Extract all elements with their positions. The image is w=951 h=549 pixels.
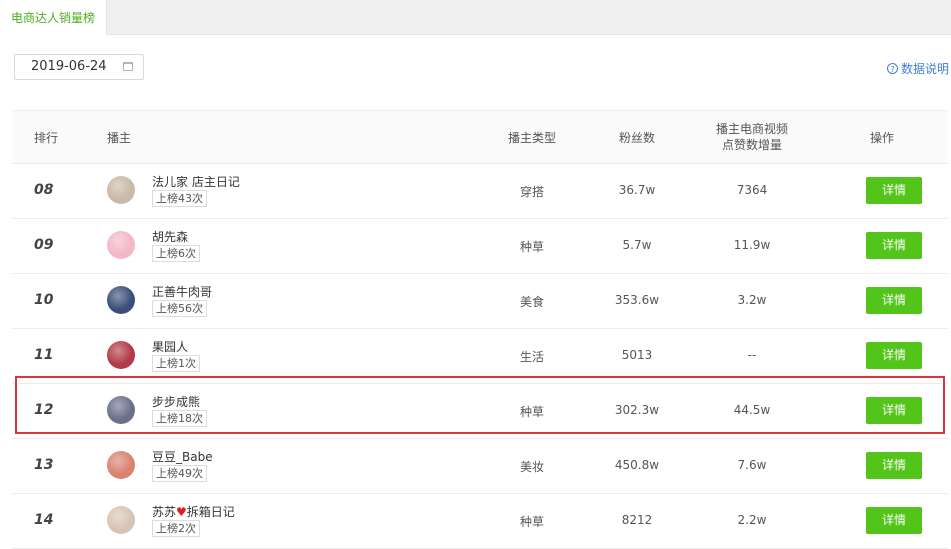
avatar: [107, 396, 135, 424]
likes-increment: 3.2w: [737, 293, 767, 307]
ranking-count-badge: 上榜49次: [152, 465, 207, 482]
ranking-count-badge: 上榜43次: [152, 190, 207, 207]
details-button[interactable]: 详情: [866, 232, 922, 259]
avatar: [107, 341, 135, 369]
row-rank: 11: [34, 347, 54, 363]
date-value: 2019-06-24: [31, 59, 107, 74]
header-host-type: 播主类型: [507, 130, 556, 145]
fans-count: 353.6w: [614, 293, 660, 307]
host-name-part: 苏苏: [152, 505, 177, 519]
avatar: [107, 231, 135, 259]
table-row: 08 法儿家 店主日记 上榜43次 穿搭 36.7w 7364 详情: [12, 164, 948, 219]
ranking-table: 排行 播主 播主类型 粉丝数 播主电商视频 点赞数增量 操作 08 法儿家 店主日…: [12, 110, 948, 549]
ranking-count-badge: 上榜2次: [152, 520, 200, 537]
details-button[interactable]: 详情: [866, 342, 922, 369]
host-name[interactable]: 豆豆_Babe: [152, 448, 213, 465]
tab-ecommerce-sales-ranking[interactable]: 电商达人销量榜: [0, 0, 107, 35]
table-row: 10 正善牛肉哥 上榜56次 美食 353.6w 3.2w 详情: [12, 274, 948, 329]
likes-increment: 7.6w: [737, 458, 767, 472]
fans-count: 8212: [621, 513, 653, 527]
table-row: 14 苏苏♥拆箱日记 上榜2次 种草 8212 2.2w 详情: [12, 494, 948, 549]
host-type: 穿搭: [519, 185, 544, 199]
fans-count: 302.3w: [614, 403, 660, 417]
likes-increment: --: [747, 348, 757, 362]
table-row: 11 果园人 上榜1次 生活 5013 -- 详情: [12, 329, 948, 384]
details-button[interactable]: 详情: [866, 287, 922, 314]
calendar-icon: [123, 62, 133, 71]
question-circle-icon: ?: [886, 63, 898, 74]
table-header: 排行 播主 播主类型 粉丝数 播主电商视频 点赞数增量 操作: [12, 110, 948, 164]
details-button[interactable]: 详情: [866, 177, 922, 204]
data-explanation-label: 数据说明: [900, 62, 949, 76]
avatar: [107, 176, 135, 204]
header-rank: 排行: [34, 130, 59, 145]
row-rank: 12: [34, 402, 54, 418]
host-type: 种草: [519, 405, 544, 419]
host-type: 美食: [519, 295, 544, 309]
likes-increment: 44.5w: [733, 403, 771, 417]
host-type: 生活: [519, 350, 544, 364]
header-likes-line2: 点赞数增量: [721, 138, 782, 152]
details-button[interactable]: 详情: [866, 397, 922, 424]
details-button[interactable]: 详情: [866, 452, 922, 479]
host-type: 美妆: [519, 460, 544, 474]
avatar: [107, 286, 135, 314]
data-explanation-link[interactable]: ? 数据说明: [886, 60, 949, 77]
row-rank: 13: [34, 457, 54, 473]
host-name[interactable]: 果园人: [152, 338, 188, 355]
avatar: [107, 451, 135, 479]
table-row-highlighted: 12 步步成熊 上榜18次 种草 302.3w 44.5w 详情: [12, 384, 948, 439]
header-operation: 操作: [869, 130, 894, 145]
row-rank: 14: [34, 512, 54, 528]
host-name[interactable]: 胡先森: [152, 228, 188, 245]
date-picker[interactable]: 2019-06-24: [14, 54, 144, 80]
fans-count: 450.8w: [614, 458, 660, 472]
host-name[interactable]: 步步成熊: [152, 393, 200, 410]
host-name[interactable]: 苏苏♥拆箱日记: [152, 503, 235, 520]
likes-increment: 11.9w: [733, 238, 771, 252]
ranking-count-badge: 上榜18次: [152, 410, 207, 427]
host-name[interactable]: 法儿家 店主日记: [152, 173, 240, 190]
ranking-count-badge: 上榜6次: [152, 245, 200, 262]
host-type: 种草: [519, 240, 544, 254]
row-rank: 09: [34, 237, 54, 253]
header-likes-line1: 播主电商视频: [715, 122, 788, 136]
fans-count: 36.7w: [618, 183, 656, 197]
header-host: 播主: [107, 130, 132, 145]
host-name-part: 拆箱日记: [186, 505, 235, 519]
host-name[interactable]: 正善牛肉哥: [152, 283, 212, 300]
host-type: 种草: [519, 515, 544, 529]
fans-count: 5.7w: [622, 238, 652, 252]
header-fans: 粉丝数: [618, 130, 655, 145]
heart-icon: ♥: [176, 505, 187, 519]
table-row: 09 胡先森 上榜6次 种草 5.7w 11.9w 详情: [12, 219, 948, 274]
ranking-count-badge: 上榜56次: [152, 300, 207, 317]
row-rank: 08: [34, 182, 54, 198]
ranking-count-badge: 上榜1次: [152, 355, 200, 372]
likes-increment: 7364: [736, 183, 768, 197]
likes-increment: 2.2w: [737, 513, 767, 527]
table-row: 13 豆豆_Babe 上榜49次 美妆 450.8w 7.6w 详情: [12, 439, 948, 494]
header-likes-increment: 播主电商视频 点赞数增量: [692, 111, 812, 163]
top-tab-bar: [0, 0, 951, 35]
row-rank: 10: [34, 292, 54, 308]
fans-count: 5013: [621, 348, 653, 362]
